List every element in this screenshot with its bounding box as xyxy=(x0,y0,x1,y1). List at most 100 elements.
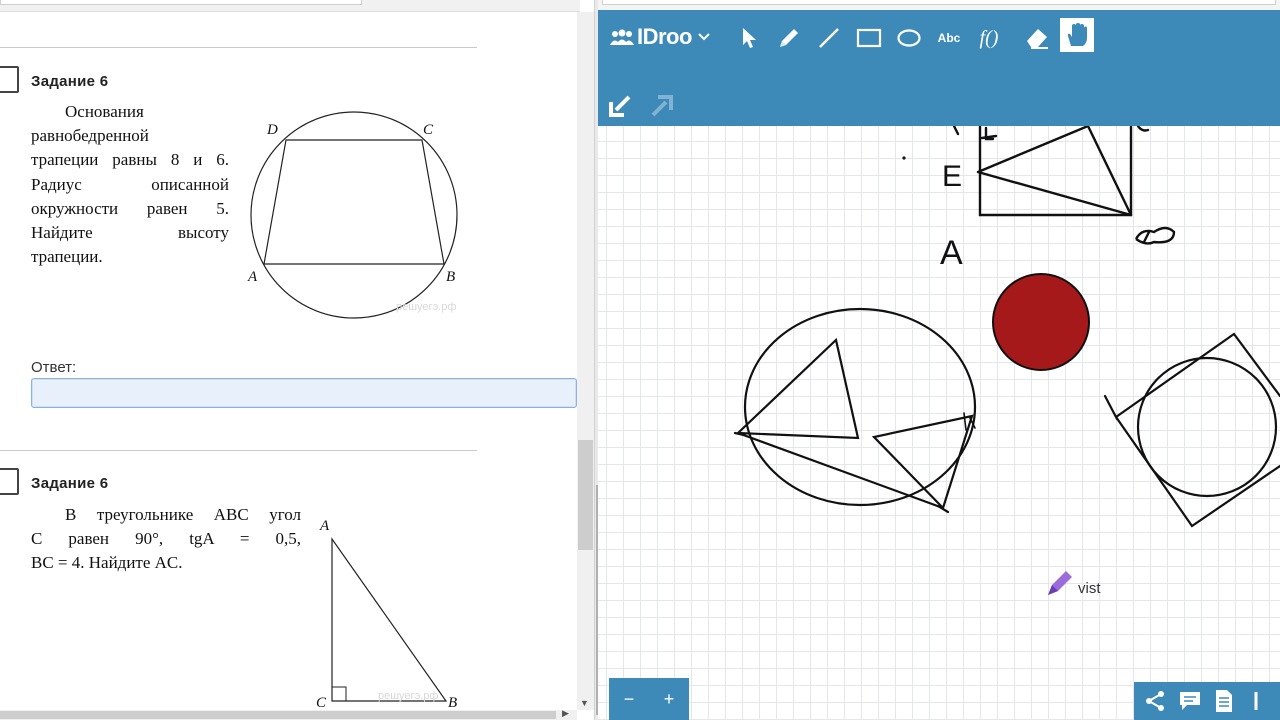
ellipse-icon xyxy=(897,29,921,47)
sketch-polygon xyxy=(736,337,974,510)
answer-input[interactable] xyxy=(31,378,577,408)
square-incircle xyxy=(1103,332,1280,528)
task-text-line: трапеции. xyxy=(31,247,103,267)
address-field[interactable] xyxy=(0,0,362,5)
scroll-right-arrow-icon[interactable]: ▶ xyxy=(562,708,569,719)
sketch-square xyxy=(1103,332,1280,528)
select-tool[interactable] xyxy=(732,23,766,53)
sketch-mark xyxy=(1136,126,1150,132)
ellipse-construction xyxy=(733,307,977,514)
scrollbar-thumb[interactable] xyxy=(578,440,593,550)
zoom-out-button[interactable]: − xyxy=(614,689,644,710)
task-checkbox[interactable] xyxy=(0,468,19,495)
task-text-line: C равен 90°, tgA = 0,5, xyxy=(31,529,301,549)
sketch-mark xyxy=(952,126,960,136)
brand-name: IDroo xyxy=(637,24,692,49)
arrow-down-left-icon xyxy=(609,95,631,117)
rectangle-icon xyxy=(856,28,882,48)
horizontal-scrollbar[interactable]: ▶ xyxy=(0,708,577,720)
users-icon xyxy=(610,29,634,45)
vertex-label-b: B xyxy=(446,269,455,285)
remote-user-cursor: vist xyxy=(1046,568,1101,598)
zoom-controls: − + xyxy=(609,678,689,720)
eraser-icon xyxy=(1027,29,1048,49)
top-strip xyxy=(598,0,1280,10)
hand-icon xyxy=(1067,23,1087,46)
canvas-drawings[interactable]: E A xyxy=(598,126,1280,720)
cursor-username: vist xyxy=(1078,579,1101,597)
vertex-label-b: B xyxy=(448,695,457,711)
vertex-label-a: A xyxy=(319,518,330,534)
scroll-down-arrow-icon[interactable]: ▼ xyxy=(580,698,589,708)
dot xyxy=(902,156,906,160)
formula-tool[interactable]: f() xyxy=(972,23,1006,53)
address-field[interactable] xyxy=(602,0,1276,5)
brand-menu[interactable]: IDroo xyxy=(610,24,713,50)
vertex-label-c: C xyxy=(423,122,434,138)
vertex-label-d: D xyxy=(266,122,278,138)
trapezoid xyxy=(263,139,445,265)
pages-button[interactable] xyxy=(1209,686,1239,716)
divider xyxy=(0,450,477,451)
sketch-diagonals xyxy=(976,126,1133,217)
line-tool[interactable] xyxy=(812,23,846,53)
pencil-cursor-icon xyxy=(1048,571,1072,595)
line-icon xyxy=(819,28,839,48)
share-button[interactable] xyxy=(1140,686,1170,716)
text-tool-label: Abc xyxy=(937,31,961,45)
problem-page: Задание 6 Основания равнобедренной трапе… xyxy=(0,0,580,720)
pencil-icon xyxy=(780,29,798,47)
task-text-line: трапеции равны 8 и 6. xyxy=(31,150,229,170)
vertex-label-c: C xyxy=(316,695,327,711)
hand-tool[interactable] xyxy=(1060,18,1094,52)
handwritten-scribble xyxy=(1134,226,1176,245)
bottom-action-bar xyxy=(1134,682,1280,720)
task-text-line: равнобедренной xyxy=(31,126,149,146)
top-toolbar-strip xyxy=(0,0,580,12)
text-tool[interactable]: Abc xyxy=(932,23,966,53)
task-title: Задание 6 xyxy=(31,475,109,492)
whiteboard[interactable]: IDroo Abc f() E A vist − + xyxy=(598,0,1280,720)
arrow-up-right-icon xyxy=(651,95,673,117)
collapse-arrow-button[interactable] xyxy=(606,92,634,120)
task-checkbox[interactable] xyxy=(0,66,19,93)
right-angle-mark xyxy=(331,686,347,702)
handwritten-label-e: E xyxy=(942,160,962,193)
expand-arrow-button[interactable] xyxy=(648,92,676,120)
task-text-line: Основания xyxy=(65,102,144,121)
answer-label: Ответ: xyxy=(31,359,77,376)
rectangle-tool[interactable] xyxy=(852,23,886,53)
task-text-line: окружности равен 5. xyxy=(31,198,229,218)
more-icon xyxy=(1254,692,1258,710)
ellipse-tool[interactable] xyxy=(892,23,926,53)
menu-button[interactable] xyxy=(1244,686,1274,716)
vertex-label-a: A xyxy=(247,269,258,285)
sketch-ellipse xyxy=(743,307,977,507)
pencil-tool[interactable] xyxy=(772,23,806,53)
circumcircle xyxy=(250,111,458,319)
chat-button[interactable] xyxy=(1175,686,1205,716)
watermark: решуегэ.рф xyxy=(396,301,456,313)
watermark: решуегэ.рф xyxy=(378,690,438,702)
task-text-line: BC = 4. Найдите AC. xyxy=(31,553,183,573)
sketch-incircle xyxy=(1136,356,1278,498)
rectangle-sketch xyxy=(952,126,1150,217)
scrollbar-thumb[interactable] xyxy=(0,711,556,719)
task-title: Задание 6 xyxy=(31,73,109,90)
task-text-line: Найдите высоту xyxy=(31,223,229,243)
whiteboard-toolbar: IDroo Abc f() xyxy=(598,10,1280,126)
chat-icon xyxy=(1179,692,1200,710)
share-icon xyxy=(1146,691,1165,711)
document-icon xyxy=(1216,690,1233,712)
task-text: Основания равнобедренной трапеции равны … xyxy=(31,100,229,269)
vertical-scrollbar[interactable]: ▼ xyxy=(577,12,594,710)
eraser-tool[interactable] xyxy=(1020,23,1054,53)
handwritten-label-a: A xyxy=(940,234,963,272)
task-text-line: Радиус описанной xyxy=(31,174,229,194)
divider xyxy=(0,47,477,48)
task-text-line: В треугольнике ABC угол xyxy=(65,505,301,524)
task-text: В треугольнике ABC угол C равен 90°, tgA… xyxy=(31,503,301,576)
zoom-in-button[interactable]: + xyxy=(654,689,684,710)
red-filled-circle xyxy=(992,273,1090,371)
chevron-down-icon xyxy=(698,33,710,41)
